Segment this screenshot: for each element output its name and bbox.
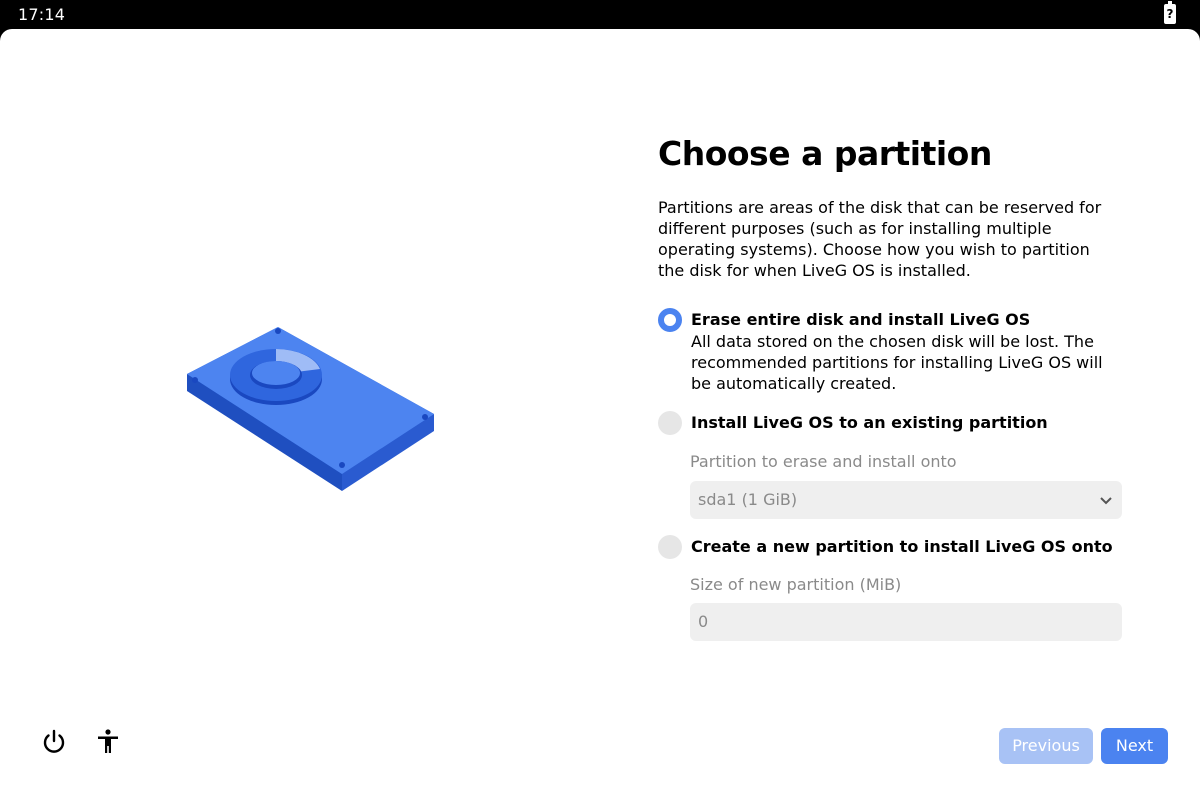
battery-unknown-glyph: ? bbox=[1166, 7, 1174, 21]
battery-icon: ? bbox=[1164, 1, 1176, 24]
partition-size-label: Size of new partition (MiB) bbox=[690, 575, 902, 594]
chevron-down-icon bbox=[1100, 497, 1112, 505]
option-description: All data stored on the chosen disk will … bbox=[691, 332, 1103, 393]
option-label: Install LiveG OS to an existing partitio… bbox=[691, 413, 1048, 432]
partition-select-label: Partition to erase and install onto bbox=[690, 452, 957, 471]
partition-size-value: 0 bbox=[698, 612, 709, 631]
page-description: Partitions are areas of the disk that ca… bbox=[658, 198, 1102, 280]
option-label: Create a new partition to install LiveG … bbox=[691, 537, 1113, 556]
radio-existing-partition[interactable] bbox=[658, 411, 682, 435]
page-title: Choose a partition bbox=[658, 134, 992, 173]
hard-disk-illustration bbox=[187, 327, 434, 491]
radio-erase-disk[interactable] bbox=[658, 308, 682, 332]
status-bar: 17:14 ? bbox=[0, 0, 1200, 29]
previous-button[interactable]: Previous bbox=[999, 728, 1093, 764]
partition-size-input[interactable]: 0 bbox=[690, 603, 1122, 641]
power-icon[interactable] bbox=[40, 728, 68, 756]
partition-select[interactable]: sda1 (1 GiB) bbox=[690, 481, 1122, 519]
option-label: Erase entire disk and install LiveG OS bbox=[691, 310, 1031, 329]
next-button[interactable]: Next bbox=[1101, 728, 1168, 764]
partition-select-value: sda1 (1 GiB) bbox=[698, 490, 798, 509]
installer-window: Choose a partition Partitions are areas … bbox=[0, 29, 1200, 800]
clock: 17:14 bbox=[18, 5, 66, 24]
radio-new-partition[interactable] bbox=[658, 535, 682, 559]
accessibility-icon[interactable] bbox=[94, 728, 122, 756]
